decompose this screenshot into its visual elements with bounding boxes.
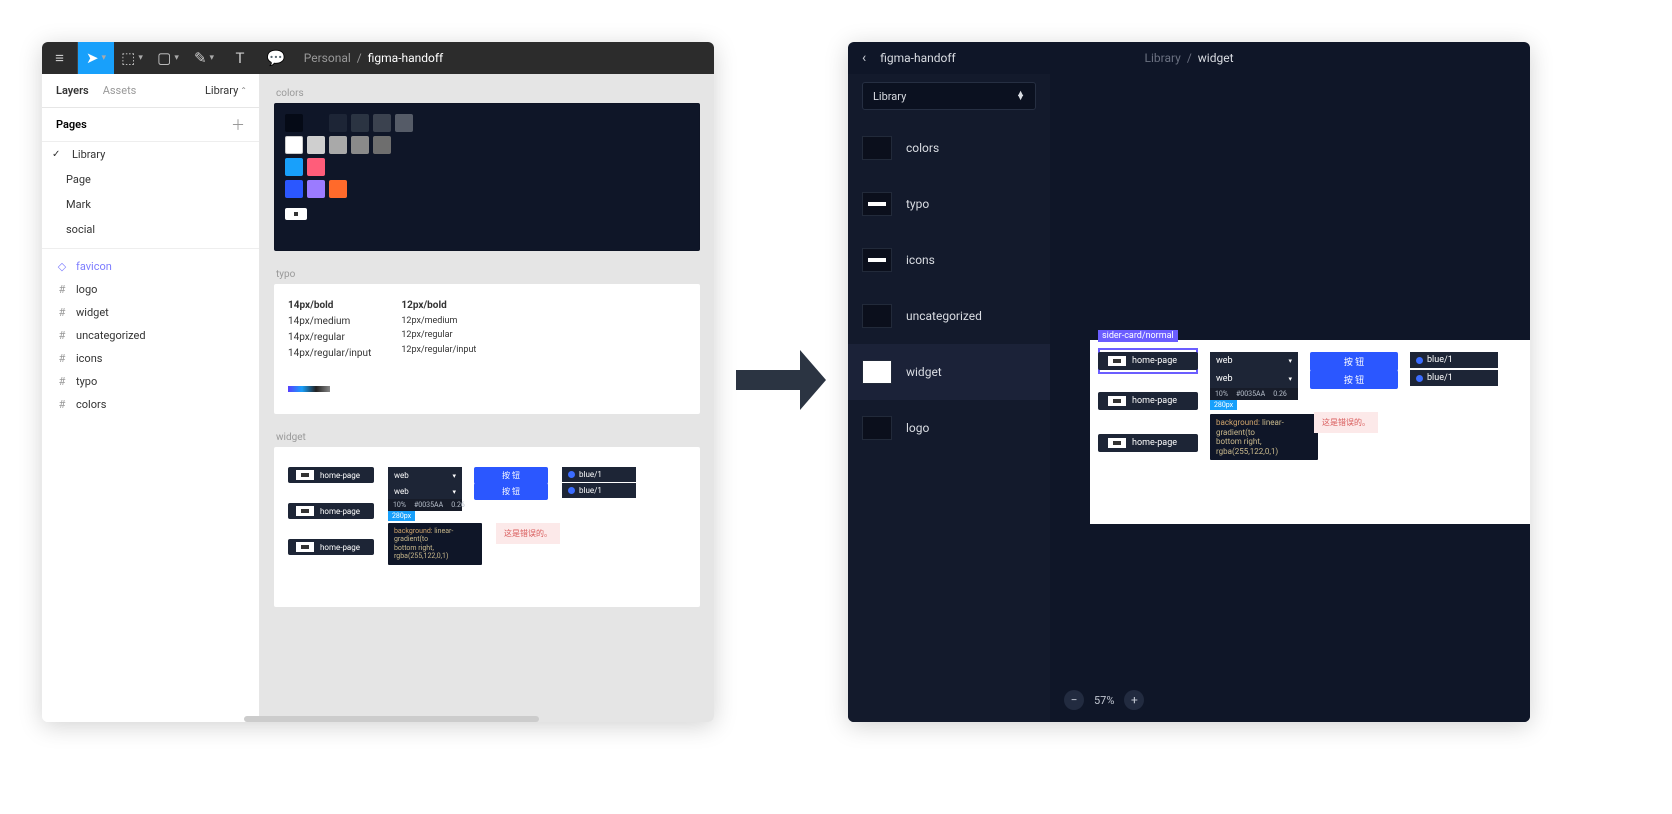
- zoom-value: 57%: [1094, 694, 1114, 707]
- handoff-window: ‹ figma-handoff Library / widget Library…: [848, 42, 1530, 722]
- pen-tool[interactable]: ✎▾: [186, 42, 222, 74]
- page-item-page[interactable]: Page: [42, 167, 259, 192]
- code-snippet: background: linear-gradient(tobottom rig…: [1210, 414, 1318, 460]
- tab-assets[interactable]: Assets: [103, 84, 137, 97]
- page-selector[interactable]: Library⌃: [205, 84, 247, 97]
- layer-colors[interactable]: colors: [42, 393, 259, 416]
- handoff-canvas[interactable]: sider-card/normal home-page home-page ho…: [1050, 74, 1530, 722]
- page-item-mark[interactable]: Mark: [42, 192, 259, 217]
- sidebar-item-icons[interactable]: icons: [848, 232, 1050, 288]
- zoom-out-button[interactable]: −: [1064, 690, 1084, 710]
- comment-tool[interactable]: 💬: [258, 42, 294, 74]
- error-note: 这是错误的。: [1314, 412, 1378, 433]
- text-tool[interactable]: T: [222, 42, 258, 74]
- frame-widget[interactable]: home-page home-page home-page web web 10…: [274, 447, 700, 607]
- breadcrumb-file: figma-handoff: [368, 51, 443, 65]
- select-web: web: [388, 467, 462, 484]
- sider-card: home-page: [288, 539, 374, 555]
- frame-typo[interactable]: 14px/bold 14px/medium 14px/regular 14px/…: [274, 284, 700, 414]
- meta-chip: 10%#0035AA0.26: [388, 499, 462, 511]
- selection-label: sider-card/normal: [1098, 330, 1178, 342]
- frame-colors[interactable]: [274, 103, 700, 251]
- sidebar-item-widget[interactable]: widget: [848, 344, 1050, 400]
- primary-button: 按 钮: [474, 467, 548, 484]
- figma-window: ≡ ➤▾ ⬚▾ ▢▾ ✎▾ T 💬 Personal / figma-hando…: [42, 42, 714, 722]
- select-web[interactable]: web: [1210, 352, 1298, 370]
- handoff-sidebar: Library ▲▼ colors typo icons uncategoriz…: [848, 74, 1050, 722]
- layer-favicon[interactable]: ◇favicon: [42, 255, 259, 278]
- color-badge[interactable]: blue/1: [1410, 352, 1498, 368]
- add-page-icon[interactable]: ＋: [231, 115, 245, 135]
- page-item-library[interactable]: Library: [42, 142, 259, 167]
- horizontal-scrollbar[interactable]: [260, 716, 539, 722]
- sidebar-item-logo[interactable]: logo: [848, 400, 1050, 456]
- zoom-in-button[interactable]: +: [1124, 690, 1144, 710]
- primary-button[interactable]: 按 钮: [1310, 370, 1398, 389]
- layer-typo[interactable]: typo: [42, 370, 259, 393]
- layer-logo[interactable]: logo: [42, 278, 259, 301]
- select-web[interactable]: web: [1210, 370, 1298, 388]
- typo-color-bar: [288, 386, 330, 392]
- back-icon[interactable]: ‹: [862, 50, 866, 66]
- code-snippet: background: linear-gradient(tobottom rig…: [388, 523, 482, 565]
- primary-button: 按 钮: [474, 483, 548, 500]
- canvas[interactable]: colors typo 14px/bold 14px/medium 14px/r…: [260, 74, 714, 722]
- sider-card[interactable]: home-page: [1098, 352, 1198, 370]
- error-note: 这是错误的。: [496, 523, 560, 544]
- layer-icons[interactable]: icons: [42, 347, 259, 370]
- widget-preview: sider-card/normal home-page home-page ho…: [1090, 340, 1530, 524]
- meta-chip: 10%#0035AA0.26: [1210, 388, 1298, 400]
- frame-tool[interactable]: ⬚▾: [114, 42, 150, 74]
- sider-card: home-page: [288, 503, 374, 519]
- color-badge: blue/1: [562, 467, 636, 482]
- size-chip: 280px: [388, 511, 415, 521]
- pages-header: Pages: [56, 118, 87, 131]
- transform-arrow: [736, 350, 826, 410]
- breadcrumb-workspace: Personal: [304, 51, 351, 65]
- file-title: figma-handoff: [880, 51, 955, 65]
- primary-button[interactable]: 按 钮: [1310, 352, 1398, 371]
- sider-card: home-page: [288, 467, 374, 483]
- select-web: web: [388, 483, 462, 500]
- sidebar-item-typo[interactable]: typo: [848, 176, 1050, 232]
- frame-label-colors: colors: [276, 88, 700, 99]
- sidebar-item-uncategorized[interactable]: uncategorized: [848, 288, 1050, 344]
- handoff-header: ‹ figma-handoff Library / widget: [848, 42, 1530, 74]
- menu-icon[interactable]: ≡: [42, 42, 78, 74]
- move-tool[interactable]: ➤▾: [78, 42, 114, 74]
- zoom-controls: − 57% +: [1064, 690, 1144, 710]
- size-chip: 280px: [1210, 400, 1237, 410]
- frame-label-typo: typo: [276, 269, 700, 280]
- layer-uncategorized[interactable]: uncategorized: [42, 324, 259, 347]
- tab-layers[interactable]: Layers: [56, 84, 89, 97]
- layers-panel: Layers Assets Library⌃ Pages ＋ Library P…: [42, 74, 260, 722]
- page-item-social[interactable]: social: [42, 217, 259, 242]
- color-badge: blue/1: [562, 483, 636, 498]
- page-select[interactable]: Library ▲▼: [862, 82, 1036, 110]
- sidebar-item-colors[interactable]: colors: [848, 120, 1050, 176]
- frame-label-widget: widget: [276, 432, 700, 443]
- sider-card[interactable]: home-page: [1098, 434, 1198, 452]
- figma-toolbar: ≡ ➤▾ ⬚▾ ▢▾ ✎▾ T 💬 Personal / figma-hando…: [42, 42, 714, 74]
- updown-icon: ▲▼: [1016, 92, 1025, 101]
- shape-tool[interactable]: ▢▾: [150, 42, 186, 74]
- sider-card[interactable]: home-page: [1098, 392, 1198, 410]
- breadcrumb[interactable]: Personal / figma-handoff: [304, 51, 452, 65]
- handoff-breadcrumb: Library / widget: [1144, 51, 1233, 65]
- layer-widget[interactable]: widget: [42, 301, 259, 324]
- color-badge[interactable]: blue/1: [1410, 370, 1498, 386]
